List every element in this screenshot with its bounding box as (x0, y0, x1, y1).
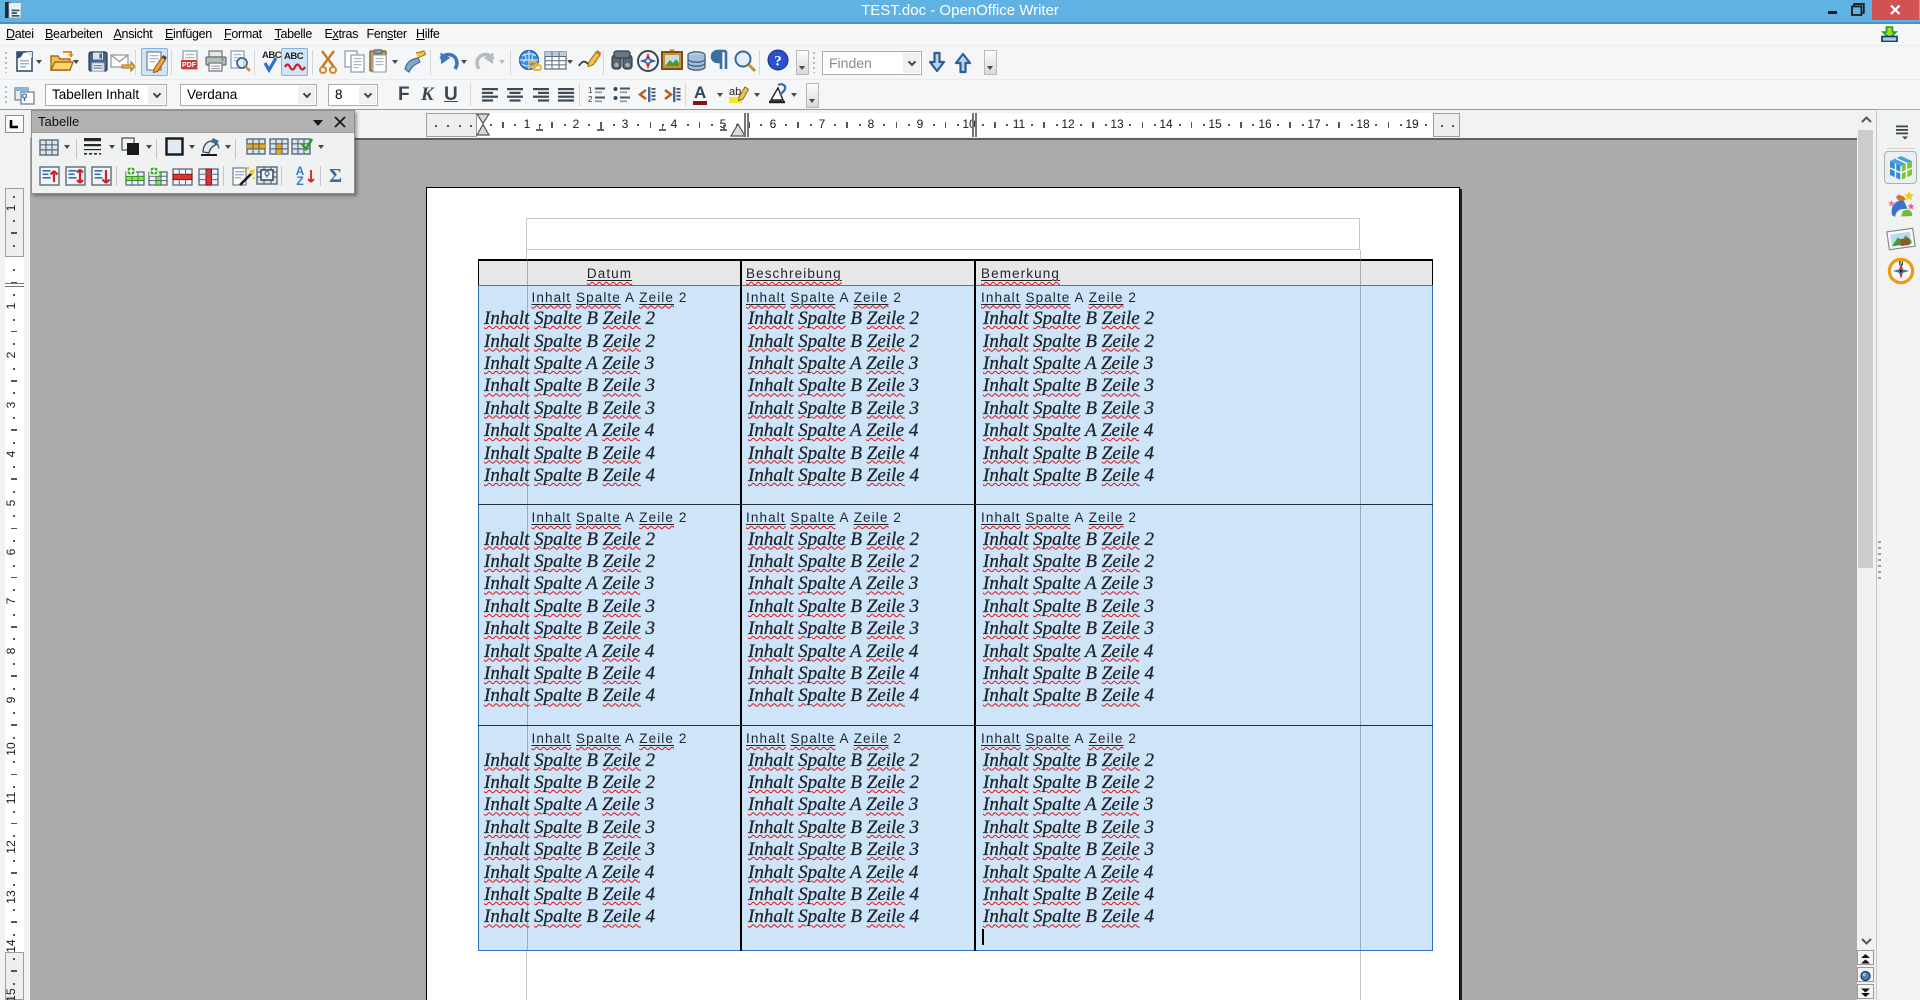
svg-text:PDF: PDF (182, 62, 197, 69)
svg-text:ABC: ABC (284, 51, 304, 62)
svg-text:1: 1 (588, 86, 593, 95)
svg-text:?: ? (774, 54, 782, 70)
svg-text:ABC: ABC (262, 50, 282, 61)
svg-text:2: 2 (588, 95, 593, 104)
